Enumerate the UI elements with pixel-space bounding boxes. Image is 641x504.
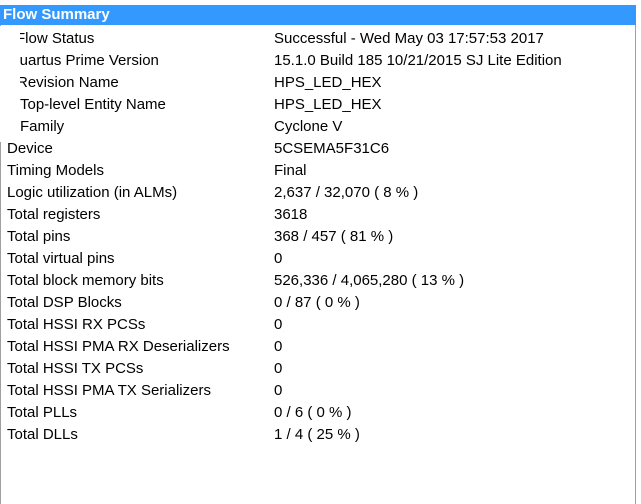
- row-value: 1 / 4 ( 25 % ): [274, 426, 360, 443]
- row-label: Total HSSI TX PCSs: [7, 360, 144, 377]
- row-value: 0: [274, 316, 283, 333]
- row-value: Successful - Wed May 03 17:57:53 2017: [274, 30, 544, 47]
- row-label: Total pins: [7, 228, 71, 245]
- row-value: 15.1.0 Build 185 10/21/2015 SJ Lite Edit…: [274, 52, 562, 69]
- table-row-flow-status[interactable]: Flow Status Successful - Wed May 03 17:5…: [0, 28, 636, 50]
- row-value: 3618: [274, 206, 308, 223]
- row-label: Total PLLs: [7, 404, 78, 421]
- table-row-top-level-entity[interactable]: Top-level Entity Name HPS_LED_HEX: [0, 94, 636, 116]
- table-row-total-dsp-blocks[interactable]: Total DSP Blocks 0 / 87 ( 0 % ): [0, 292, 636, 314]
- row-label: Logic utilization (in ALMs): [7, 184, 178, 201]
- row-label: Total DSP Blocks: [7, 294, 122, 311]
- table-row-hssi-pma-tx[interactable]: Total HSSI PMA TX Serializers 0: [0, 380, 636, 402]
- row-value: 2,637 / 32,070 ( 8 % ): [274, 184, 419, 201]
- table-row-quartus-version[interactable]: Quartus Prime Version 15.1.0 Build 185 1…: [0, 50, 636, 72]
- row-label: Total block memory bits: [7, 272, 164, 289]
- summary-table: Flow Status Successful - Wed May 03 17:5…: [0, 28, 636, 446]
- table-row-family[interactable]: Family Cyclone V: [0, 116, 636, 138]
- row-label: Total DLLs: [7, 426, 78, 443]
- row-value: HPS_LED_HEX: [274, 74, 382, 91]
- row-value: 0 / 6 ( 0 % ): [274, 404, 352, 421]
- row-value: HPS_LED_HEX: [274, 96, 382, 113]
- row-value: Final: [274, 162, 307, 179]
- table-row-timing-models[interactable]: Timing Models Final: [0, 160, 636, 182]
- row-label: Total HSSI PMA TX Serializers: [7, 382, 211, 399]
- row-label: Timing Models: [7, 162, 104, 179]
- row-value: 0: [274, 338, 283, 355]
- row-value: 0: [274, 360, 283, 377]
- table-row-total-block-memory[interactable]: Total block memory bits 526,336 / 4,065,…: [0, 270, 636, 292]
- row-label: Family: [20, 118, 65, 135]
- row-value: 0 / 87 ( 0 % ): [274, 294, 360, 311]
- panel-title: Flow Summary: [0, 5, 636, 25]
- row-label: Total registers: [7, 206, 101, 223]
- table-row-total-virtual-pins[interactable]: Total virtual pins 0: [0, 248, 636, 270]
- table-row-total-registers[interactable]: Total registers 3618: [0, 204, 636, 226]
- flow-summary-panel: Flow Summary Flow Status Successful - We…: [0, 0, 641, 504]
- row-value: 368 / 457 ( 81 % ): [274, 228, 394, 245]
- row-value: 0: [274, 250, 283, 267]
- table-row-logic-utilization[interactable]: Logic utilization (in ALMs) 2,637 / 32,0…: [0, 182, 636, 204]
- table-row-total-pins[interactable]: Total pins 368 / 457 ( 81 % ): [0, 226, 636, 248]
- row-value: Cyclone V: [274, 118, 343, 135]
- table-row-total-dlls[interactable]: Total DLLs 1 / 4 ( 25 % ): [0, 424, 636, 446]
- table-row-hssi-tx-pcs[interactable]: Total HSSI TX PCSs 0: [0, 358, 636, 380]
- row-label: Total virtual pins: [7, 250, 115, 267]
- row-value: 5CSEMA5F31C6: [274, 140, 390, 157]
- table-row-total-plls[interactable]: Total PLLs 0 / 6 ( 0 % ): [0, 402, 636, 424]
- row-label: Quartus Prime Version: [8, 52, 159, 69]
- table-row-device[interactable]: Device 5CSEMA5F31C6: [0, 138, 636, 160]
- table-row-hssi-rx-pcs[interactable]: Total HSSI RX PCSs 0: [0, 314, 636, 336]
- table-row-revision-name[interactable]: Revision Name HPS_LED_HEX: [0, 72, 636, 94]
- row-label: Total HSSI RX PCSs: [7, 316, 146, 333]
- row-value: 0: [274, 382, 283, 399]
- row-label: Top-level Entity Name: [20, 96, 166, 113]
- left-clip-overlay: [0, 26, 20, 142]
- row-value: 526,336 / 4,065,280 ( 13 % ): [274, 272, 465, 289]
- row-label: Revision Name: [17, 74, 119, 91]
- row-label: Total HSSI PMA RX Deserializers: [7, 338, 230, 355]
- table-row-hssi-pma-rx[interactable]: Total HSSI PMA RX Deserializers 0: [0, 336, 636, 358]
- row-label: Flow Status: [16, 30, 95, 47]
